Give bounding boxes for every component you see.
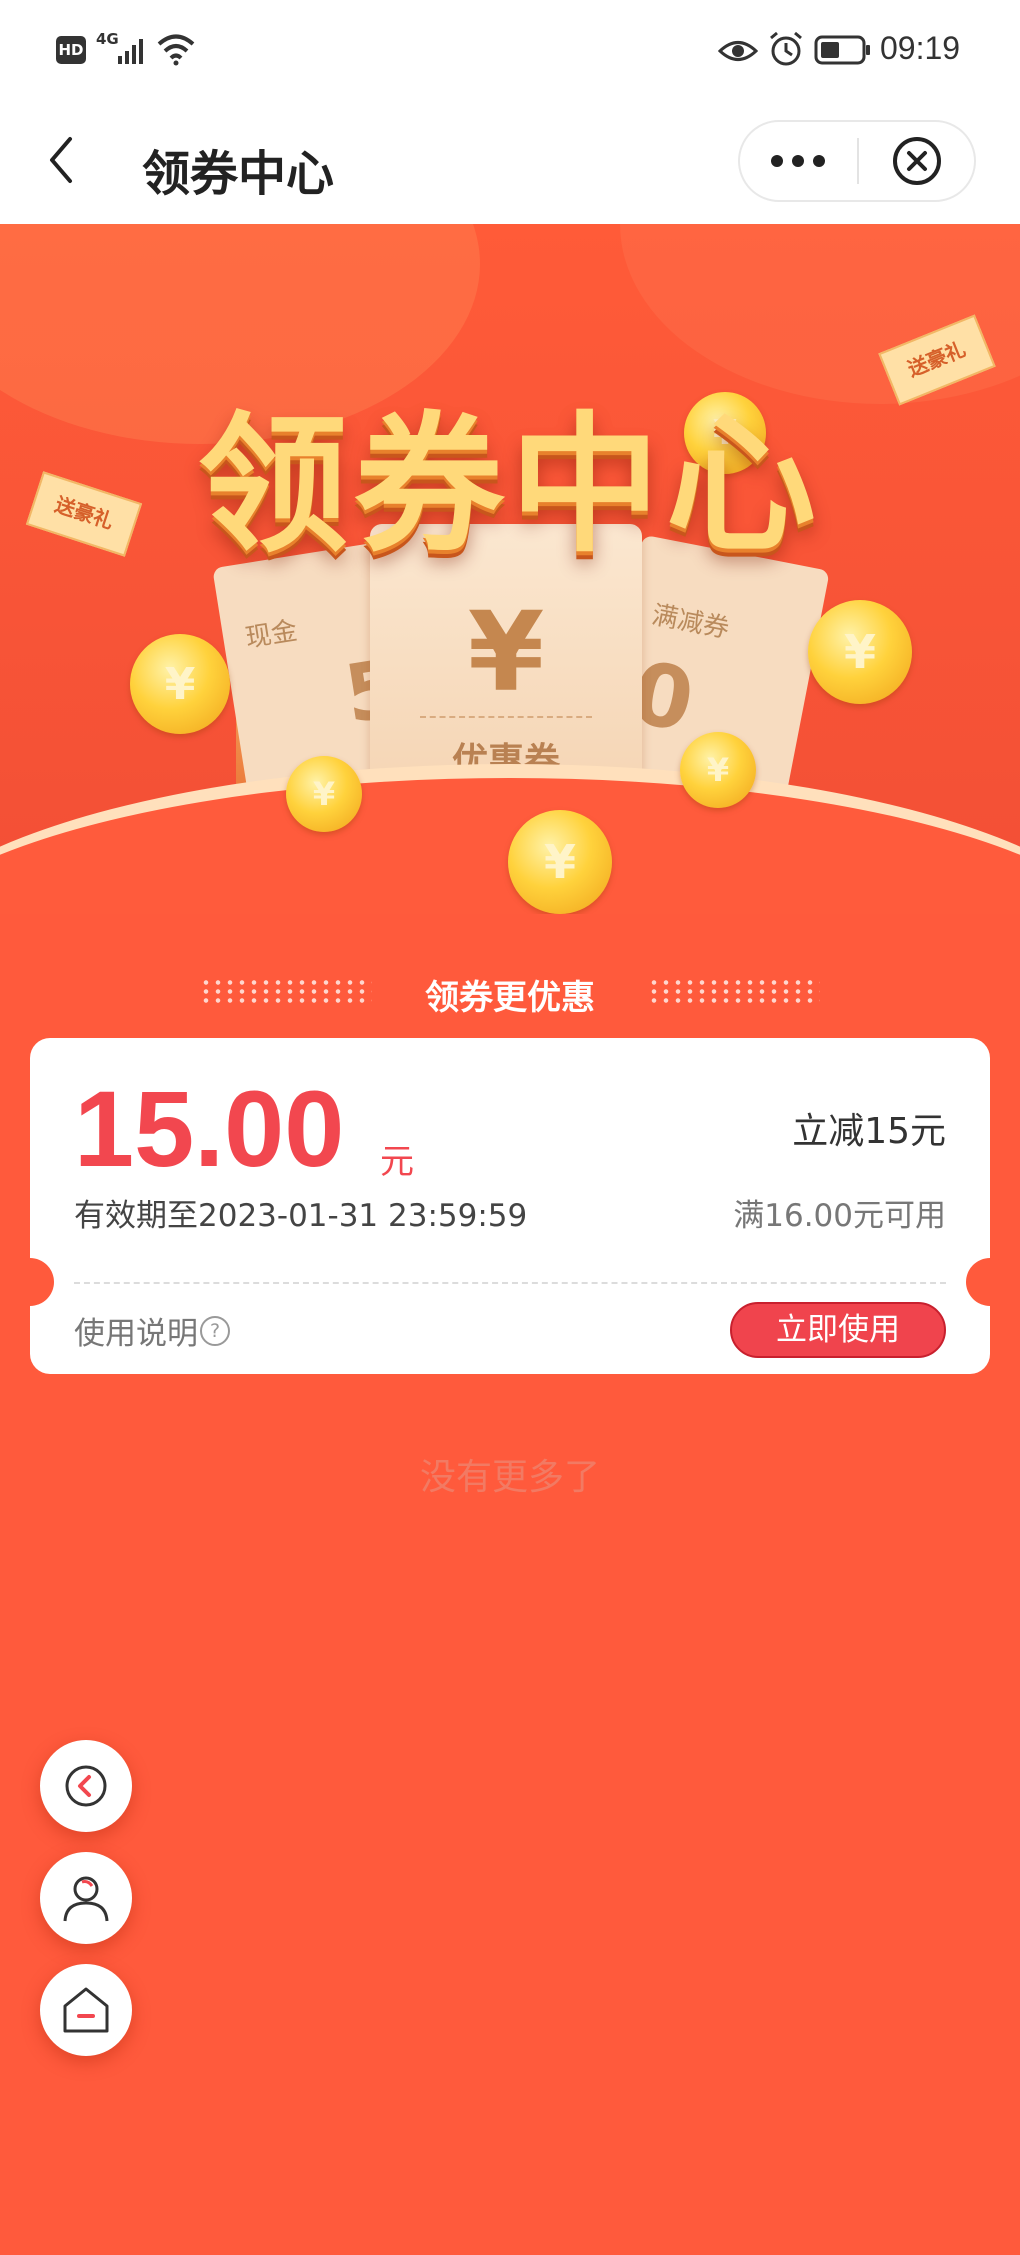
coin-icon: ¥ xyxy=(130,634,230,734)
coin-icon: ¥ xyxy=(808,600,912,704)
usage-instructions-label: 使用说明 xyxy=(74,1316,198,1352)
no-more-text: 没有更多了 xyxy=(419,1457,600,1498)
coupon-condition: 满16.00元可用 xyxy=(733,1198,946,1234)
card-notch-right xyxy=(966,1258,1014,1306)
yen-symbol: ¥ xyxy=(467,588,545,716)
chevron-left-icon xyxy=(50,137,72,183)
float-home-button[interactable] xyxy=(40,1964,132,2056)
close-circle-icon xyxy=(893,137,941,185)
hd-badge: HD xyxy=(56,36,86,64)
coupon-amount: 15.00 xyxy=(74,1068,345,1189)
more-button[interactable] xyxy=(740,122,856,200)
coupon-card: 15.00 元 立减15元 有效期至2023-01-31 23:59:59 满1… xyxy=(6,1038,1014,1374)
eye-icon xyxy=(718,41,758,61)
ticket-discount-label: 满减券 xyxy=(649,600,732,645)
decorative-dots-right xyxy=(648,978,820,1006)
back-circle-icon xyxy=(65,1765,107,1807)
wifi-icon xyxy=(157,34,195,66)
alarm-icon xyxy=(770,31,802,66)
user-icon xyxy=(63,1876,109,1922)
banner-title: 领券中心 xyxy=(197,399,822,573)
section-header: 领券更优惠 xyxy=(0,968,1020,1018)
ticket-cash-label: 现金 xyxy=(243,616,300,654)
status-time: 09:19 xyxy=(880,30,961,66)
section-title: 领券更优惠 xyxy=(425,978,595,1018)
mini-program-capsule xyxy=(738,120,976,202)
status-bar: HD 4G 09:19 xyxy=(0,0,1020,100)
coin-icon: ¥ xyxy=(680,732,756,808)
more-dots-icon xyxy=(771,155,825,167)
capsule-divider xyxy=(857,138,859,184)
use-now-button[interactable]: 立即使用 xyxy=(730,1302,946,1358)
coin-icon: ¥ xyxy=(286,756,362,832)
home-icon xyxy=(63,1987,109,2033)
close-button[interactable] xyxy=(860,122,974,200)
signal-icon xyxy=(118,39,143,64)
coupon-divider xyxy=(74,1282,946,1284)
coin-icon: ¥ xyxy=(508,810,612,914)
usage-instructions-link[interactable]: 使用说明 ? xyxy=(74,1308,230,1353)
float-profile-button[interactable] xyxy=(40,1852,132,1944)
coupon-unit: 元 xyxy=(380,1142,414,1182)
page-title: 领券中心 xyxy=(142,146,335,202)
hero-banner: 送豪礼 送豪礼 现金 5 满减券 0 ¥ 优惠券 ¥ ¥ ¥ ¥ ¥ ¥ 领券中… xyxy=(0,224,1020,914)
float-back-button[interactable] xyxy=(40,1740,132,1832)
back-button[interactable] xyxy=(36,130,86,190)
ticket-divider xyxy=(420,716,592,718)
battery-icon xyxy=(814,35,870,65)
card-notch-left xyxy=(6,1258,54,1306)
coupon-validity: 有效期至2023-01-31 23:59:59 xyxy=(74,1198,528,1234)
banner-arc xyxy=(0,764,1020,914)
nav-bar: 领券中心 xyxy=(0,100,1020,224)
help-icon: ? xyxy=(200,1315,230,1346)
coupon-discount: 立减15元 xyxy=(792,1111,946,1152)
